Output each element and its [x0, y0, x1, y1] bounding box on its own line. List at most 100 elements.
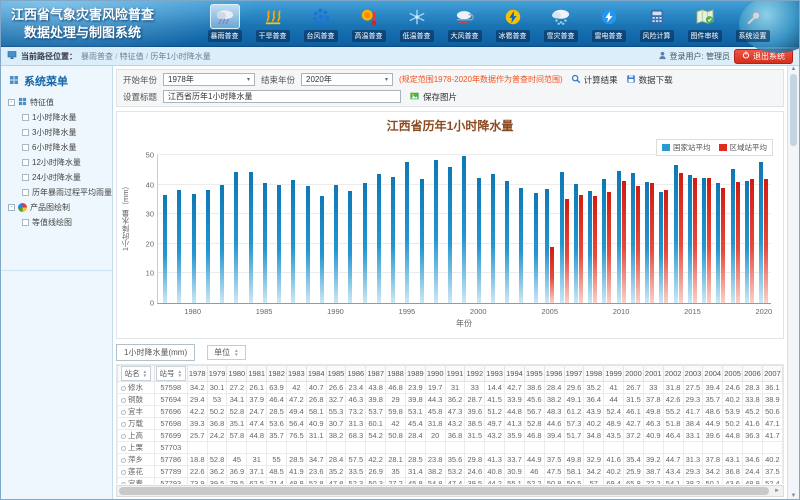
bar-group-1997[interactable] — [429, 155, 443, 303]
bar-group-2020[interactable] — [757, 155, 771, 303]
bar-group-1988[interactable] — [301, 155, 315, 303]
sidebar-item[interactable]: 3小时降水量 — [1, 125, 112, 140]
station-name-cell[interactable]: 修水 — [118, 382, 155, 394]
table-row[interactable]: 万载5769839.336.835.147.453.656.440.930.73… — [118, 418, 783, 430]
bar-group-2010[interactable] — [614, 155, 628, 303]
nav-lightning[interactable]: 雷电普查 — [587, 4, 630, 42]
bar-group-2006[interactable] — [557, 155, 571, 303]
hscroll-thumb[interactable] — [119, 487, 769, 495]
bar-group-1979[interactable] — [172, 155, 186, 303]
radio-icon[interactable] — [121, 386, 126, 391]
unit-dropdown[interactable]: 单位 ▲▼ — [207, 345, 245, 360]
nav-low-temp[interactable]: 低温普查 — [395, 4, 438, 42]
bar-group-2011[interactable] — [628, 155, 642, 303]
table-row[interactable]: 铜鼓5769429.45334.137.946.447.226.832.746.… — [118, 394, 783, 406]
bar-group-1989[interactable] — [315, 155, 329, 303]
col-year[interactable]: 1998 — [584, 366, 604, 382]
calculate-button[interactable]: 计算结果 — [571, 74, 618, 86]
bar-group-2003[interactable] — [514, 155, 528, 303]
col-year[interactable]: 1980 — [227, 366, 247, 382]
bar-group-2000[interactable] — [472, 155, 486, 303]
bar-group-1980[interactable] — [187, 155, 201, 303]
radio-icon[interactable] — [121, 470, 126, 475]
bar-group-1991[interactable] — [343, 155, 357, 303]
bar-group-1985[interactable] — [258, 155, 272, 303]
col-year[interactable]: 1992 — [465, 366, 485, 382]
col-year[interactable]: 1996 — [544, 366, 564, 382]
radio-icon[interactable] — [121, 434, 126, 439]
radio-icon[interactable] — [121, 398, 126, 403]
sidebar-group[interactable]: -产品图绘制 — [1, 200, 112, 215]
nav-typhoon[interactable]: 台风普查 — [299, 4, 342, 42]
table-row[interactable]: 上栗57703 — [118, 442, 783, 454]
radio-icon[interactable] — [121, 446, 126, 451]
col-year[interactable]: 2004 — [703, 366, 723, 382]
bar-group-2004[interactable] — [529, 155, 543, 303]
nav-hail[interactable]: 冰雹普查 — [491, 4, 534, 42]
nav-drought[interactable]: 干旱普查 — [251, 4, 294, 42]
bar-group-2002[interactable] — [500, 155, 514, 303]
scroll-right-icon[interactable]: ► — [771, 488, 783, 494]
col-year[interactable]: 1997 — [564, 366, 584, 382]
col-year[interactable]: 1987 — [366, 366, 386, 382]
station-name-cell[interactable]: 宜春 — [118, 478, 155, 485]
col-year[interactable]: 1979 — [207, 366, 227, 382]
col-year[interactable]: 1984 — [306, 366, 326, 382]
sidebar-item[interactable]: 历年暴雨过程平均雨量 — [1, 185, 112, 200]
col-year[interactable]: 1978 — [187, 366, 207, 382]
sidebar-group[interactable]: -特征值 — [1, 95, 112, 110]
col-year[interactable]: 2003 — [683, 366, 703, 382]
bar-group-1986[interactable] — [272, 155, 286, 303]
nav-rainstorm[interactable]: 暴雨普查 — [203, 4, 246, 42]
bar-group-1994[interactable] — [386, 155, 400, 303]
radio-icon[interactable] — [121, 458, 126, 463]
bar-group-1999[interactable] — [457, 155, 471, 303]
bar-group-1987[interactable] — [286, 155, 300, 303]
table-row[interactable]: 莲花5778922.636.236.937.148.541.923.635.23… — [118, 466, 783, 478]
bar-group-2007[interactable] — [571, 155, 585, 303]
station-name-cell[interactable]: 宜丰 — [118, 406, 155, 418]
save-image-button[interactable]: 保存图片 — [409, 91, 457, 103]
nav-settings[interactable]: 系统设置 — [731, 4, 774, 42]
bar-group-1981[interactable] — [201, 155, 215, 303]
bar-group-1983[interactable] — [229, 155, 243, 303]
station-name-cell[interactable]: 万载 — [118, 418, 155, 430]
table-row[interactable]: 宜丰5769642.250.252.824.728.549.458.155.37… — [118, 406, 783, 418]
station-name-cell[interactable]: 上栗 — [118, 442, 155, 454]
nav-wind[interactable]: 大风普查 — [443, 4, 486, 42]
col-year[interactable]: 2000 — [624, 366, 644, 382]
chart-legend[interactable]: 国家站平均区域站平均 — [656, 139, 773, 156]
bar-group-1984[interactable] — [244, 155, 258, 303]
bar-group-1982[interactable] — [215, 155, 229, 303]
bar-group-2015[interactable] — [685, 155, 699, 303]
nav-high-temp[interactable]: 高温普查 — [347, 4, 390, 42]
col-year[interactable]: 1986 — [346, 366, 366, 382]
col-year[interactable]: 2006 — [743, 366, 763, 382]
bar-group-1995[interactable] — [400, 155, 414, 303]
col-year[interactable]: 2001 — [643, 366, 663, 382]
col-year[interactable]: 1990 — [425, 366, 445, 382]
radio-icon[interactable] — [121, 422, 126, 427]
col-station-id[interactable]: 站号▲▼ — [154, 366, 187, 382]
download-button[interactable]: 数据下载 — [626, 74, 673, 86]
vertical-scrollbar[interactable]: ▲ ▼ — [787, 66, 799, 499]
nav-snow[interactable]: 雪灾普查 — [539, 4, 582, 42]
bar-group-2009[interactable] — [600, 155, 614, 303]
bar-group-2017[interactable] — [714, 155, 728, 303]
col-year[interactable]: 1994 — [505, 366, 525, 382]
col-station-name[interactable]: 站名▲▼ — [118, 366, 155, 382]
bar-group-1993[interactable] — [372, 155, 386, 303]
col-year[interactable]: 1999 — [604, 366, 624, 382]
vscroll-thumb[interactable] — [790, 74, 797, 146]
bar-group-2012[interactable] — [643, 155, 657, 303]
station-name-cell[interactable]: 萍乡 — [118, 454, 155, 466]
sidebar-item[interactable]: 24小时降水量 — [1, 170, 112, 185]
col-year[interactable]: 1989 — [405, 366, 425, 382]
horizontal-scrollbar[interactable]: ► — [116, 485, 784, 497]
bar-group-1996[interactable] — [415, 155, 429, 303]
bar-group-2019[interactable] — [742, 155, 756, 303]
radio-icon[interactable] — [121, 410, 126, 415]
table-row[interactable]: 修水5759834.230.127.226.163.94240.726.623.… — [118, 382, 783, 394]
radio-icon[interactable] — [121, 482, 126, 484]
col-year[interactable]: 1985 — [326, 366, 346, 382]
